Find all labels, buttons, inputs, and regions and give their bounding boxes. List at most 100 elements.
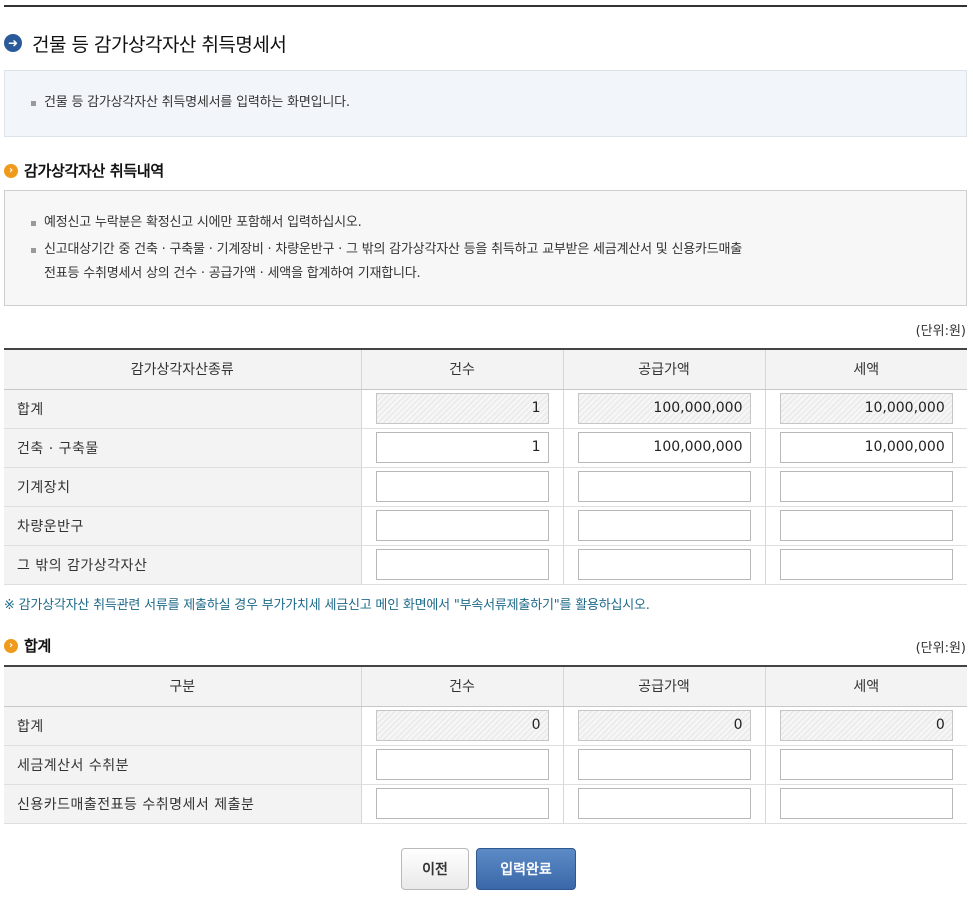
count-input[interactable] [375, 749, 549, 780]
value-cell: 0 [764, 706, 967, 746]
value-cell: 10,000,000 [764, 389, 967, 429]
column-header: 구분 [4, 665, 361, 707]
value-cell [764, 784, 967, 824]
reference-note: ※ 감가상각자산 취득관련 서류를 제출하실 경우 부가가치세 세금신고 메인 … [4, 598, 650, 613]
value-cell [562, 545, 765, 585]
acquisition-table: 감가상각자산종류 건수 공급가액 세액 합계 1 100,000,000 10,000… [4, 348, 967, 585]
value-cell [360, 545, 563, 585]
row-label: 세금계산서 수취분 [4, 745, 361, 785]
count-input[interactable] [375, 510, 549, 541]
value-cell [764, 545, 967, 585]
table-row: 기계장치 [4, 467, 967, 507]
chevron-circle-icon: › [4, 163, 18, 178]
column-header: 감가상각자산종류 [4, 348, 361, 390]
tax-input[interactable] [779, 510, 953, 541]
count-input[interactable] [375, 549, 549, 580]
table-row: 그 밖의 감가상각자산 [4, 545, 967, 585]
row-label: 신용카드매출전표등 수취명세서 제출분 [4, 784, 361, 824]
tax-input: 10,000,000 [779, 393, 953, 424]
tax-input[interactable] [779, 471, 953, 502]
tax-input[interactable]: 10,000,000 [779, 432, 953, 463]
value-cell [764, 745, 967, 785]
value-cell [360, 745, 563, 785]
bullet-icon [31, 248, 36, 253]
value-cell: 10,000,000 [764, 428, 967, 468]
arrow-circle-icon: ➜ [4, 34, 22, 52]
value-cell: 0 [360, 706, 563, 746]
tax-input[interactable] [779, 788, 953, 819]
column-header: 건수 [360, 665, 563, 707]
column-header: 공급가액 [562, 348, 765, 390]
value-cell [360, 467, 563, 507]
value-cell: 0 [562, 706, 765, 746]
note-text: 예정신고 누락분은 확정신고 시에만 포함해서 입력하십시오. [44, 215, 362, 230]
row-label: 합계 [4, 706, 361, 746]
page-header: ➜ 건물 등 감가상각자산 취득명세서 [4, 30, 287, 56]
notes-box: 예정신고 누락분은 확정신고 시에만 포함해서 입력하십시오. 신고대상기간 중… [4, 190, 967, 306]
row-label: 차량운반구 [4, 506, 361, 546]
column-header: 건수 [360, 348, 563, 390]
table-header-row: 감가상각자산종류 건수 공급가액 세액 [4, 348, 967, 390]
note-text: 신고대상기간 중 건축 · 구축물 · 기계장비 · 차량운반구 · 그 밖의 … [44, 242, 743, 257]
summary-section-header: › 합계 [4, 635, 51, 656]
tax-input: 0 [779, 710, 953, 741]
page-title: 건물 등 감가상각자산 취득명세서 [32, 33, 287, 56]
supply-input[interactable] [577, 749, 751, 780]
table-row: 합계 1 100,000,000 10,000,000 [4, 389, 967, 429]
tax-input[interactable] [779, 549, 953, 580]
value-cell: 100,000,000 [562, 428, 765, 468]
value-cell: 100,000,000 [562, 389, 765, 429]
count-input: 1 [375, 393, 549, 424]
supply-input[interactable] [577, 549, 751, 580]
value-cell: 1 [360, 428, 563, 468]
note-item: 신고대상기간 중 건축 · 구축물 · 기계장비 · 차량운반구 · 그 밖의 … [31, 238, 742, 262]
value-cell [562, 784, 765, 824]
value-cell [562, 745, 765, 785]
table-header-row: 구분 건수 공급가액 세액 [4, 665, 967, 707]
acquisition-section-header: › 감가상각자산 취득내역 [4, 160, 164, 181]
note-item: 예정신고 누락분은 확정신고 시에만 포함해서 입력하십시오. [31, 211, 362, 235]
supply-input: 0 [577, 710, 751, 741]
intro-box: 건물 등 감가상각자산 취득명세서를 입력하는 화면입니다. [4, 70, 967, 137]
supply-input: 100,000,000 [577, 393, 751, 424]
bullet-icon [31, 101, 36, 106]
note-text: 전표등 수취명세서 상의 건수 · 공급가액 · 세액을 합계하여 기재합니다. [44, 266, 421, 281]
top-divider [4, 5, 967, 7]
value-cell [764, 506, 967, 546]
tax-input[interactable] [779, 749, 953, 780]
bullet-icon [31, 221, 36, 226]
row-label: 건축 · 구축물 [4, 428, 361, 468]
unit-label: (단위:원) [915, 641, 966, 656]
value-cell [764, 467, 967, 507]
supply-input[interactable] [577, 788, 751, 819]
value-cell: 1 [360, 389, 563, 429]
column-header: 세액 [764, 665, 967, 707]
submit-button[interactable]: 입력완료 [476, 848, 576, 890]
count-input: 0 [375, 710, 549, 741]
table-row: 합계 0 0 0 [4, 706, 967, 746]
note-continuation: 전표등 수취명세서 상의 건수 · 공급가액 · 세액을 합계하여 기재합니다. [44, 262, 421, 286]
row-label: 그 밖의 감가상각자산 [4, 545, 361, 585]
section-title: 합계 [24, 637, 52, 655]
count-input[interactable]: 1 [375, 432, 549, 463]
intro-line: 건물 등 감가상각자산 취득명세서를 입력하는 화면입니다. [31, 91, 350, 115]
section-title: 감가상각자산 취득내역 [24, 162, 164, 180]
summary-table: 구분 건수 공급가액 세액 합계 0 0 0 세금계산서 수취분 신용카드매출전표등 수취… [4, 665, 967, 824]
column-header: 세액 [764, 348, 967, 390]
value-cell [562, 506, 765, 546]
value-cell [562, 467, 765, 507]
value-cell [360, 784, 563, 824]
row-label: 기계장치 [4, 467, 361, 507]
prev-button[interactable]: 이전 [401, 848, 469, 890]
supply-input[interactable] [577, 471, 751, 502]
supply-input[interactable]: 100,000,000 [577, 432, 751, 463]
count-input[interactable] [375, 788, 549, 819]
supply-input[interactable] [577, 510, 751, 541]
chevron-circle-icon: › [4, 638, 18, 653]
table-row: 차량운반구 [4, 506, 967, 546]
unit-label: (단위:원) [915, 324, 966, 339]
table-row: 건축 · 구축물 1 100,000,000 10,000,000 [4, 428, 967, 468]
intro-text: 건물 등 감가상각자산 취득명세서를 입력하는 화면입니다. [44, 95, 350, 110]
column-header: 공급가액 [562, 665, 765, 707]
count-input[interactable] [375, 471, 549, 502]
